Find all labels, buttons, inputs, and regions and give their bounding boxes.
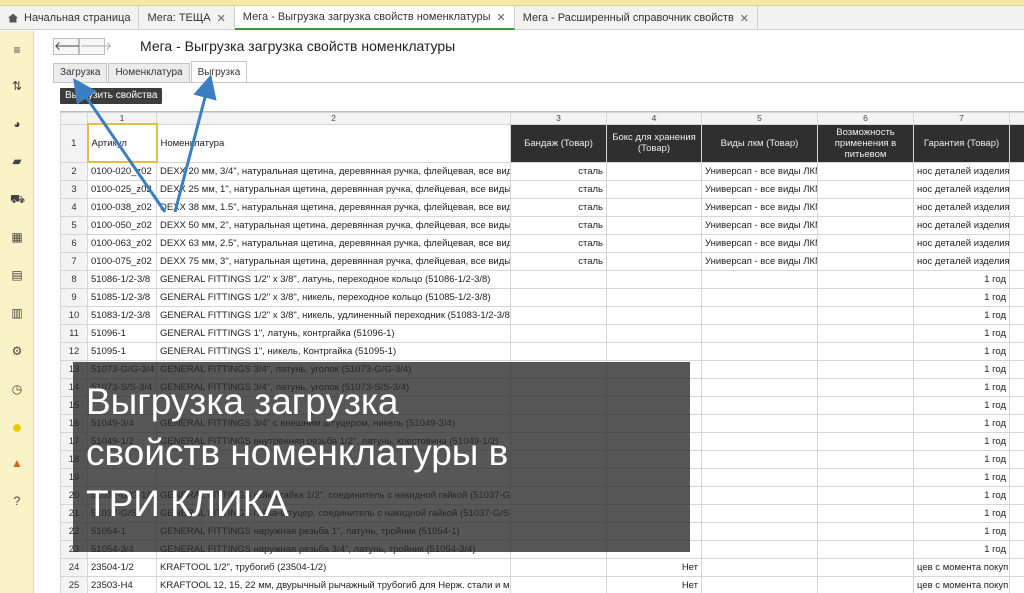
arrow-to-zagruzka-tab (73, 78, 167, 213)
promo-line-1: Выгрузка загрузка (86, 381, 399, 422)
promo-overlay: Выгрузка загрузка свойств номенклатуры в… (73, 362, 690, 552)
promo-line-3: ТРИ КЛИКА (86, 483, 289, 524)
promo-line-2: свойств номенклатуры в (86, 432, 509, 473)
promo-text: Выгрузка загрузка свойств номенклатуры в… (86, 376, 508, 529)
arrow-to-vygruzka-tab (173, 74, 217, 213)
